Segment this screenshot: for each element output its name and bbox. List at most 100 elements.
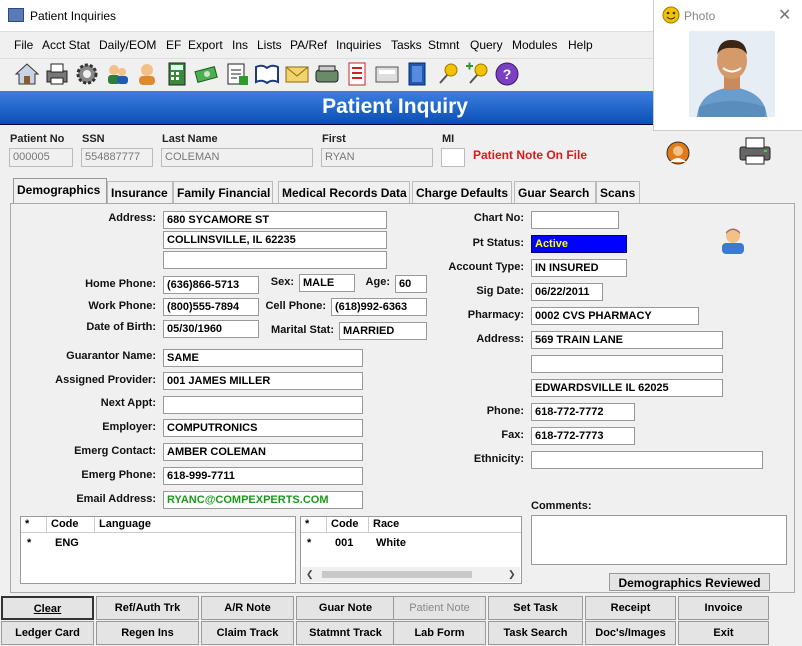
exit-button[interactable]: Exit [678, 621, 769, 645]
clear-button[interactable]: Clear [1, 596, 94, 620]
address-line2-field[interactable]: COLLINSVILLE, IL 62235 [163, 231, 387, 249]
ethnicity-field[interactable] [531, 451, 763, 469]
race-grid[interactable]: * Code Race * 001 White ❮ ❯ [300, 516, 522, 584]
marital-status-field[interactable]: MARRIED [339, 322, 427, 340]
work-phone-field[interactable]: (800)555-7894 [163, 298, 259, 316]
menu-pa-ref[interactable]: PA/Ref [290, 38, 327, 52]
pt-status-field[interactable]: Active [531, 235, 627, 253]
email-field[interactable]: RYANC@COMPEXPERTS.COM [163, 491, 363, 509]
regen-ins-button[interactable]: Regen Ins [96, 621, 199, 645]
emerg-contact-field[interactable]: AMBER COLEMAN [163, 443, 363, 461]
pharmacy-field[interactable]: 0002 CVS PHARMACY [531, 307, 699, 325]
pin-icon[interactable] [434, 61, 460, 87]
provider-field[interactable]: 001 JAMES MILLER [163, 372, 363, 390]
race-code-header[interactable]: Code [327, 517, 369, 533]
lab-form-button[interactable]: Lab Form [393, 621, 486, 645]
menu-help[interactable]: Help [568, 38, 593, 52]
pharmacy-address-line2-field[interactable] [531, 355, 723, 373]
home-phone-field[interactable]: (636)866-5713 [163, 276, 259, 294]
tab-medical-records-data[interactable]: Medical Records Data [278, 181, 410, 203]
demographics-reviewed-button[interactable]: Demographics Reviewed [609, 573, 770, 591]
race-row-code[interactable]: 001 [335, 537, 353, 549]
language-code-header[interactable]: Code [47, 517, 95, 533]
fax-icon[interactable] [374, 61, 400, 87]
scanner-icon[interactable] [314, 61, 340, 87]
person-icon[interactable] [718, 226, 748, 254]
patient-note-indicator[interactable]: Patient Note On File [473, 148, 587, 162]
menu-tasks[interactable]: Tasks [391, 38, 422, 52]
menu-query[interactable]: Query [470, 38, 503, 52]
sex-field[interactable]: MALE [299, 274, 355, 292]
race-header[interactable]: Race [369, 517, 521, 533]
fax-field[interactable]: 618-772-7773 [531, 427, 635, 445]
scrollbar-thumb[interactable] [322, 571, 472, 578]
gear-icon[interactable] [74, 61, 100, 87]
envelope-icon[interactable] [284, 61, 310, 87]
first-name-field[interactable]: RYAN [321, 148, 433, 167]
scroll-right-icon[interactable]: ❯ [508, 569, 516, 580]
ref-auth-trk-button[interactable]: Ref/Auth Trk [96, 596, 199, 620]
person-icon[interactable] [134, 61, 160, 87]
menu-modules[interactable]: Modules [512, 38, 557, 52]
menu-acct-stat[interactable]: Acct Stat [42, 38, 90, 52]
tab-scans[interactable]: Scans [596, 181, 640, 203]
tab-insurance[interactable]: Insurance [107, 181, 173, 203]
cell-phone-field[interactable]: (618)992-6363 [331, 298, 427, 316]
race-row-race[interactable]: White [376, 537, 406, 549]
tab-demographics[interactable]: Demographics [13, 178, 107, 203]
language-grid[interactable]: * Code Language * ENG [20, 516, 296, 584]
patient-no-field[interactable]: 000005 [9, 148, 73, 167]
scroll-left-icon[interactable]: ❮ [306, 569, 314, 580]
ssn-field[interactable]: 554887777 [81, 148, 153, 167]
mi-field[interactable] [441, 148, 465, 167]
emerg-phone-field[interactable]: 618-999-7711 [163, 467, 363, 485]
claim-track-button[interactable]: Claim Track [201, 621, 294, 645]
menu-ef[interactable]: EF [166, 38, 181, 52]
next-appt-field[interactable] [163, 396, 363, 414]
users-icon[interactable] [104, 61, 130, 87]
chart-no-field[interactable] [531, 211, 619, 229]
menu-lists[interactable]: Lists [257, 38, 282, 52]
form-icon[interactable] [224, 61, 250, 87]
address-book-icon[interactable] [404, 61, 430, 87]
money-icon[interactable] [194, 61, 220, 87]
set-task-button[interactable]: Set Task [488, 596, 583, 620]
account-type-field[interactable]: IN INSURED [531, 259, 627, 277]
sig-date-field[interactable]: 06/22/2011 [531, 283, 603, 301]
ar-note-button[interactable]: A/R Note [201, 596, 294, 620]
printer-icon[interactable] [44, 61, 70, 87]
pharmacy-address-line1-field[interactable]: 569 TRAIN LANE [531, 331, 723, 349]
language-row-code[interactable]: ENG [55, 537, 79, 549]
invoice-button[interactable]: Invoice [678, 596, 769, 620]
task-search-button[interactable]: Task Search [488, 621, 583, 645]
last-name-field[interactable]: COLEMAN [161, 148, 313, 167]
guar-note-button[interactable]: Guar Note [296, 596, 395, 620]
patient-note-button[interactable]: Patient Note [393, 596, 486, 620]
close-icon[interactable]: ✕ [778, 5, 791, 25]
menu-daily-eom[interactable]: Daily/EOM [99, 38, 156, 52]
tab-charge-defaults[interactable]: Charge Defaults [412, 181, 512, 203]
menu-file[interactable]: File [14, 38, 33, 52]
tab-guar-search[interactable]: Guar Search [514, 181, 596, 203]
menu-ins[interactable]: Ins [232, 38, 248, 52]
dob-field[interactable]: 05/30/1960 [163, 320, 259, 338]
employer-field[interactable]: COMPUTRONICS [163, 419, 363, 437]
address-line1-field[interactable]: 680 SYCAMORE ST [163, 211, 387, 229]
comments-field[interactable] [531, 515, 787, 565]
help-icon[interactable]: ? [494, 61, 520, 87]
menu-export[interactable]: Export [188, 38, 223, 52]
receipt-button[interactable]: Receipt [585, 596, 676, 620]
pin-add-icon[interactable] [464, 61, 490, 87]
book-icon[interactable] [254, 61, 280, 87]
document-icon[interactable] [344, 61, 370, 87]
address-line3-field[interactable] [163, 251, 387, 269]
home-icon[interactable] [14, 61, 40, 87]
patient-photo-icon[interactable] [666, 141, 690, 165]
menu-stmnt[interactable]: Stmnt [428, 38, 459, 52]
guarantor-field[interactable]: SAME [163, 349, 363, 367]
pharmacy-address-line3-field[interactable]: EDWARDSVILLE IL 62025 [531, 379, 723, 397]
phone-field[interactable]: 618-772-7772 [531, 403, 635, 421]
race-horizontal-scrollbar[interactable]: ❮ ❯ [302, 567, 520, 582]
language-header[interactable]: Language [95, 517, 295, 533]
docs-images-button[interactable]: Doc's/Images [585, 621, 676, 645]
